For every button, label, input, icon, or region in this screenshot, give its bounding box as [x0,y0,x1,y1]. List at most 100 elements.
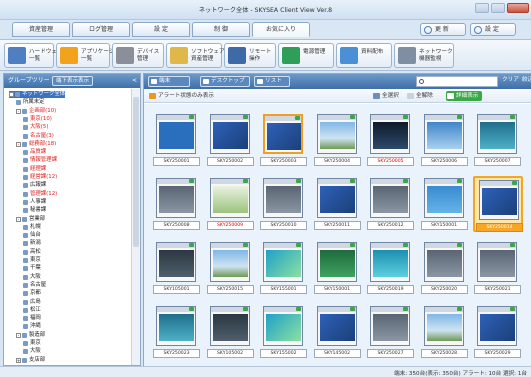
tab-favorites[interactable]: お気に入り [252,22,310,37]
tree-node[interactable]: 東京 [23,340,41,347]
tree-node[interactable]: 福岡 [23,315,41,322]
terminal-tile[interactable]: SKY250010 [259,176,309,232]
alert-only-toggle[interactable]: アラート状態のみ表示 [148,91,214,101]
toolbar-button-0[interactable]: ハードウェア 一覧 [4,43,63,68]
tree-node[interactable]: - 総務部(18) [16,141,56,148]
terminal-tile[interactable]: SKY155001 [259,240,309,296]
expand-icon[interactable]: - [16,216,21,222]
terminal-tile[interactable]: SKY250011 [313,176,363,232]
toolbar-button-5[interactable]: 電源管理 [278,43,334,68]
tree-node[interactable]: 仙台 [23,232,41,239]
tree-node[interactable]: 経理課 [23,166,46,173]
tree-node[interactable]: 新潟 [23,240,41,247]
terminal-tile[interactable]: SKY250021 [473,240,523,296]
tree-node[interactable]: 千葉 [23,265,41,272]
tree-node[interactable]: 広島 [23,299,41,306]
expand-icon[interactable]: + [16,357,21,363]
terminal-tile[interactable]: SKY250003 [259,112,309,168]
terminal-tile[interactable]: SKY250012 [366,176,416,232]
expand-icon[interactable]: - [16,108,21,114]
deselect-all-button[interactable]: 全解除 [406,91,433,101]
terminal-tile[interactable]: SKY250014 [473,176,523,232]
terminal-tile[interactable]: SKY250029 [473,304,523,360]
refresh-button[interactable]: 更 新 [420,23,466,36]
maximize-icon[interactable] [491,3,505,13]
tree-node[interactable]: 経営課(12) [23,174,57,181]
view-terminal-button[interactable]: 端末 [148,76,190,87]
terminal-tile[interactable]: SKY150001 [313,240,363,296]
terminal-tile[interactable]: SKY250009 [206,176,256,232]
select-all-button[interactable]: 全選択 [372,91,399,101]
tree-scrollbar[interactable] [131,89,140,365]
collapse-panel-icon[interactable]: < [132,74,137,88]
tree-node[interactable]: 名古屋 [23,282,46,289]
tree-node[interactable]: 広報課 [23,182,46,189]
terminal-tile[interactable]: SKY250019 [366,240,416,296]
settings-button[interactable]: 設 定 [470,23,516,36]
terminal-tile[interactable]: SKY150001 [420,176,470,232]
tab-log[interactable]: ログ管理 [72,22,130,37]
tab-asset[interactable]: 資産管理 [12,22,70,37]
scroll-thumb[interactable] [133,97,139,247]
status-icon [349,179,355,183]
tree-node[interactable]: 品質課 [23,149,46,156]
tree-node[interactable]: 情報管理課 [23,157,57,164]
show-terminals-button[interactable]: 端下表示表示 [52,76,94,86]
tree-node[interactable]: 札幌 [23,224,41,231]
toolbar-button-2[interactable]: デバイス 管理 [112,43,164,68]
tree-node[interactable]: 大阪(5) [23,124,48,131]
tree-node[interactable]: 所属未定 [16,99,45,106]
filter-button[interactable]: 絞込 [522,76,531,87]
terminal-tile[interactable]: SKY250005 [366,112,416,168]
tab-settings[interactable]: 設 定 [132,22,190,37]
tree-node[interactable]: 秘書課 [23,207,46,214]
tree-node[interactable]: - 製造部 [16,332,45,339]
terminal-tile[interactable]: SKY250020 [420,240,470,296]
expand-icon[interactable]: - [9,92,14,97]
terminal-tile[interactable]: SKY155002 [259,304,309,360]
tree-node[interactable]: 管理課(12) [23,191,57,198]
clear-button[interactable]: クリア [502,76,519,87]
tree-node[interactable]: 高松 [23,249,41,256]
tree-node[interactable]: - 営業部 [16,216,45,223]
close-icon[interactable] [507,3,529,13]
toolbar-button-4[interactable]: リモート 操作 [224,43,276,68]
tab-control[interactable]: 制 御 [192,22,250,37]
tree-node[interactable]: + 支店部 [16,357,45,364]
terminal-tile[interactable]: SKY145002 [313,304,363,360]
terminal-tile[interactable]: SKY250006 [420,112,470,168]
toolbar-button-3[interactable]: ソフトウェア 資産管理 [166,43,225,68]
expand-icon[interactable]: - [16,141,21,147]
terminal-tile[interactable]: SKY105001 [152,240,202,296]
tree-node[interactable]: 人事課 [23,199,46,206]
tree-node[interactable]: - 企画部(10) [16,108,56,115]
terminal-tile[interactable]: SKY105002 [206,304,256,360]
expand-icon[interactable]: - [16,332,21,338]
tree-node[interactable]: 大阪 [23,348,41,355]
detail-view-button[interactable]: 詳細表示 [446,91,483,101]
tree-node[interactable]: 名古屋(3) [23,133,54,140]
terminal-tile[interactable]: SKY250023 [152,304,202,360]
minimize-icon[interactable] [475,3,489,13]
tree-node[interactable]: 沖縄 [23,323,41,330]
toolbar-button-7[interactable]: ネットワーク 機器監視 [394,43,454,68]
toolbar-button-1[interactable]: アプリケーション 一覧 [56,43,126,68]
terminal-tile[interactable]: SKY250007 [473,112,523,168]
tree-node[interactable]: - ネットワーク全体 [9,91,66,98]
terminal-tile[interactable]: SKY250004 [313,112,363,168]
tree-node[interactable]: 大阪 [23,274,41,281]
terminal-tile[interactable]: SKY250027 [366,304,416,360]
terminal-tile[interactable]: SKY250028 [420,304,470,360]
tree-node[interactable]: 京都 [23,290,41,297]
toolbar-button-6[interactable]: 資料配布 [336,43,392,68]
tree-node[interactable]: 東京(10) [23,116,52,123]
terminal-tile[interactable]: SKY250001 [152,112,202,168]
terminal-tile[interactable]: SKY250002 [206,112,256,168]
view-desktop-button[interactable]: デスクトップ [200,76,250,87]
terminal-tile[interactable]: SKY250015 [206,240,256,296]
terminal-tile[interactable]: SKY250008 [152,176,202,232]
tree-node[interactable]: 東京 [23,257,41,264]
view-list-button[interactable]: リスト [254,76,290,87]
tree-node[interactable]: 松江 [23,307,41,314]
search-input[interactable] [416,76,498,87]
